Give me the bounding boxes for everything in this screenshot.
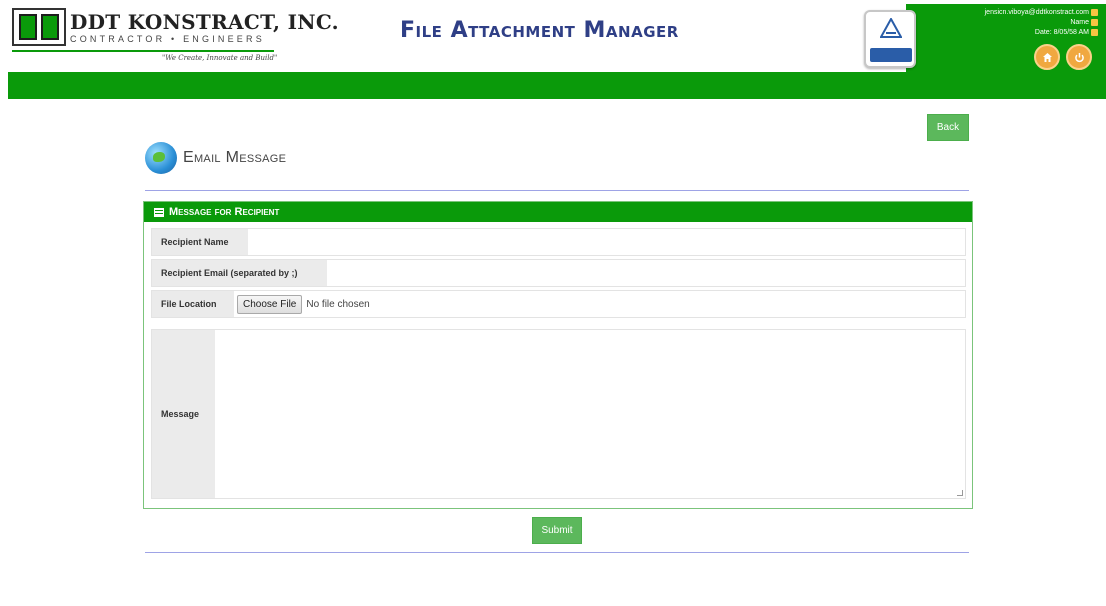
panel-title: Message for Recipient (169, 206, 280, 218)
list-icon (154, 207, 164, 217)
heading-divider (145, 190, 969, 191)
logo-mark-icon (12, 8, 66, 46)
edit-icon (1091, 18, 1098, 26)
recipient-email-row: Recipient Email (separated by ;) (151, 259, 966, 287)
home-icon (1042, 52, 1052, 62)
choose-file-button[interactable]: Choose File (237, 294, 303, 314)
resize-handle-icon[interactable] (957, 490, 963, 496)
submit-button[interactable]: Submit (532, 517, 582, 544)
page-heading: Email Message (145, 142, 286, 174)
user-name: Name (1070, 19, 1089, 26)
page: DDT KONSTRACT, INC. CONTRACTOR • ENGINEE… (0, 0, 1106, 606)
app-title: File Attachment Manager (400, 18, 679, 43)
back-button[interactable]: Back (927, 114, 969, 141)
user-email: jensicn.viboya@ddtkonstract.com (984, 9, 1089, 16)
globe-icon (145, 142, 177, 174)
recipient-name-input[interactable] (248, 229, 965, 255)
certification-triangle-icon (880, 18, 902, 38)
message-panel: Message for Recipient Recipient Name Rec… (143, 201, 973, 509)
message-row: Message (151, 329, 966, 499)
page-title: Email Message (183, 149, 287, 166)
panel-header: Message for Recipient (144, 202, 972, 222)
recipient-email-label: Recipient Email (separated by ;) (152, 260, 327, 286)
file-input[interactable]: Choose File No file chosen (234, 291, 370, 317)
user-name-line: Name (985, 18, 1098, 28)
power-icon (1074, 52, 1084, 62)
file-location-label: File Location (152, 291, 234, 317)
no-file-text: No file chosen (306, 298, 370, 310)
user-icon (1091, 8, 1098, 16)
logo-divider (12, 50, 274, 52)
recipient-email-input[interactable] (327, 260, 965, 286)
company-name: DDT KONSTRACT, INC. (70, 10, 339, 34)
recipient-name-row: Recipient Name (151, 228, 966, 256)
message-label: Message (152, 330, 215, 498)
header-green-bar (8, 72, 1106, 99)
company-tagline: "We Create, Innovate and Build" (162, 54, 278, 62)
message-textarea[interactable] (215, 330, 965, 498)
company-logo[interactable]: DDT KONSTRACT, INC. CONTRACTOR • ENGINEE… (12, 6, 339, 66)
date-label: Date: 8/05/58 AM (1034, 29, 1089, 36)
user-info: jensicn.viboya@ddtkonstract.com Name Dat… (985, 8, 1098, 38)
recipient-name-label: Recipient Name (152, 229, 248, 255)
calendar-icon (1091, 28, 1098, 36)
bottom-divider (145, 552, 969, 553)
company-subtitle: CONTRACTOR • ENGINEERS (70, 34, 265, 44)
header: DDT KONSTRACT, INC. CONTRACTOR • ENGINEE… (8, 0, 1106, 100)
certification-badge-icon (864, 10, 916, 68)
logout-button[interactable] (1066, 44, 1092, 70)
home-button[interactable] (1034, 44, 1060, 70)
file-location-row: File Location Choose File No file chosen (151, 290, 966, 318)
date-line: Date: 8/05/58 AM (985, 28, 1098, 38)
user-email-line: jensicn.viboya@ddtkonstract.com (985, 8, 1098, 18)
